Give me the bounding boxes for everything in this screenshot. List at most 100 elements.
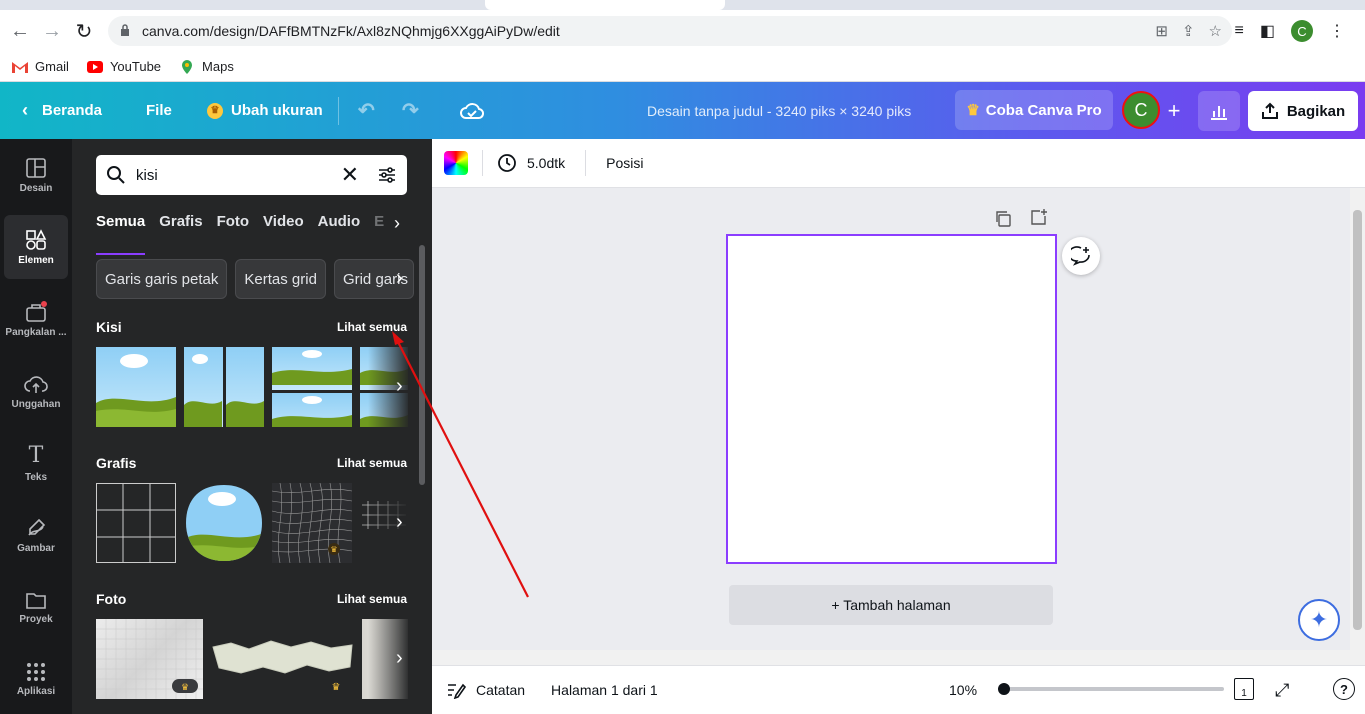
page-grid-button[interactable]: 1 <box>1234 678 1254 700</box>
see-all-link[interactable]: Lihat semua <box>337 456 407 470</box>
bookmark-label: Gmail <box>35 59 69 74</box>
page-indicator[interactable]: Halaman 1 dari 1 <box>551 682 658 698</box>
tab-audio[interactable]: Audio <box>318 209 361 245</box>
duration-button[interactable]: 5.0dtk <box>527 155 565 171</box>
duplicate-page-icon[interactable] <box>994 210 1012 228</box>
crown-icon: ♛ <box>207 102 223 119</box>
see-all-link[interactable]: Lihat semua <box>337 592 407 606</box>
back-icon[interactable]: ← <box>8 19 32 43</box>
close-icon[interactable]: ✕ <box>341 162 359 188</box>
photo-thumbnail[interactable]: ♛ <box>211 619 354 699</box>
browser-tab[interactable] <box>730 0 970 10</box>
address-bar[interactable]: canva.com/design/DAFfBMTNzFk/Axl8zNQhmjg… <box>108 16 1232 46</box>
home-button[interactable]: ‹ Beranda <box>22 100 102 121</box>
share-button[interactable]: Bagikan <box>1248 91 1358 131</box>
translate-icon[interactable]: ⊞ <box>1155 22 1168 40</box>
bookmark-maps[interactable]: Maps <box>179 59 234 75</box>
bookmark-star-icon[interactable]: ☆ <box>1209 22 1222 40</box>
fullscreen-icon[interactable]: ⤢ <box>1275 680 1289 701</box>
resize-button[interactable]: ♛ Ubah ukuran <box>207 102 323 119</box>
scroll-thumb[interactable] <box>1353 210 1362 630</box>
share-label: Bagikan <box>1286 102 1346 120</box>
share-upload-icon <box>1261 102 1278 119</box>
search-input[interactable]: kisi ✕ <box>96 155 407 195</box>
media-control-icon[interactable]: ≡ <box>1235 22 1244 40</box>
graphic-thumbnail[interactable]: ♛ <box>272 483 352 563</box>
comment-button[interactable] <box>1062 237 1100 275</box>
chip[interactable]: Kertas grid <box>235 259 326 299</box>
graphic-thumbnail[interactable] <box>96 483 176 563</box>
tab-more[interactable]: E <box>374 209 384 245</box>
notes-icon[interactable] <box>446 681 466 699</box>
design-title[interactable]: Desain tanpa judul - 3240 piks × 3240 pi… <box>647 103 911 119</box>
photo-thumbnail[interactable]: ♛ <box>96 619 203 699</box>
shapes-icon <box>26 228 47 250</box>
bookmark-youtube[interactable]: YouTube <box>86 59 161 74</box>
rail-label: Aplikasi <box>16 685 56 697</box>
svg-text:♛: ♛ <box>332 682 341 693</box>
position-button[interactable]: Posisi <box>606 155 643 171</box>
profile-avatar[interactable]: C <box>1291 20 1313 42</box>
panel-scrollbar[interactable] <box>419 245 425 485</box>
crown-icon: ♛ <box>966 102 980 119</box>
rail-item-elemen[interactable]: Elemen <box>4 215 68 279</box>
tab-strip <box>0 0 1365 10</box>
section-title: Kisi <box>96 319 122 335</box>
rail-item-teks[interactable]: T Teks <box>4 431 68 495</box>
chevron-right-icon[interactable]: › <box>396 375 403 398</box>
svg-text:♛: ♛ <box>181 682 189 692</box>
see-all-link[interactable]: Lihat semua <box>337 320 407 334</box>
redo-icon[interactable]: ↷ <box>402 98 419 123</box>
tab-semua[interactable]: Semua <box>96 209 146 255</box>
cloud-saved-icon[interactable] <box>460 101 484 121</box>
add-page-button[interactable]: + Tambah halaman <box>729 585 1053 625</box>
browser-chrome: ← → ↻ canva.com/design/DAFfBMTNzFk/Axl8z… <box>0 0 1365 82</box>
browser-tab[interactable] <box>0 0 240 10</box>
add-collaborator-icon[interactable]: + <box>1158 98 1190 124</box>
rail-item-aplikasi[interactable]: Aplikasi <box>4 647 68 711</box>
share-page-icon[interactable]: ⇪ <box>1182 22 1195 40</box>
undo-icon[interactable]: ↶ <box>358 98 375 123</box>
rail-item-desain[interactable]: Desain <box>4 143 68 207</box>
zoom-slider[interactable] <box>998 683 1224 695</box>
browser-tab-active[interactable] <box>485 0 725 10</box>
tab-video[interactable]: Video <box>263 209 304 245</box>
chevron-right-icon[interactable]: › <box>396 647 403 670</box>
chip[interactable]: Garis garis petak <box>96 259 228 299</box>
side-panel-icon[interactable]: ◧ <box>1260 21 1275 41</box>
graphic-thumbnail[interactable] <box>184 483 264 563</box>
help-button[interactable]: ? <box>1333 678 1355 700</box>
editor-footer: Catatan Halaman 1 dari 1 10% 1 ⤢ ? <box>432 665 1365 714</box>
tabs-next-icon[interactable]: › <box>394 213 400 234</box>
vertical-scrollbar[interactable] <box>1350 188 1365 665</box>
filter-icon[interactable] <box>377 165 397 185</box>
menu-kebab-icon[interactable]: ⋮ <box>1329 21 1345 41</box>
grid-thumbnail[interactable] <box>96 347 176 427</box>
grid-thumbnail[interactable] <box>272 347 352 427</box>
bookmark-gmail[interactable]: Gmail <box>12 59 69 74</box>
zoom-slider-thumb[interactable] <box>998 683 1010 695</box>
rail-item-gambar[interactable]: Gambar <box>4 503 68 567</box>
horizontal-scrollbar[interactable] <box>432 650 1350 665</box>
tab-foto[interactable]: Foto <box>217 209 249 245</box>
clock-icon[interactable] <box>497 153 517 173</box>
rail-item-proyek[interactable]: Proyek <box>4 575 68 639</box>
reload-icon[interactable]: ↻ <box>72 19 96 43</box>
chips-next-icon[interactable]: › <box>396 267 403 290</box>
file-menu-button[interactable]: File <box>146 102 172 119</box>
magic-assistant-button[interactable]: ✦ <box>1298 599 1340 641</box>
forward-icon[interactable]: → <box>40 19 64 43</box>
tab-grafis[interactable]: Grafis <box>159 209 202 245</box>
add-page-icon[interactable] <box>1030 208 1048 226</box>
user-avatar[interactable]: C <box>1122 91 1160 129</box>
rail-item-pangkalan[interactable]: Pangkalan ... <box>4 287 68 351</box>
zoom-value[interactable]: 10% <box>949 682 977 698</box>
try-pro-button[interactable]: ♛ Coba Canva Pro <box>955 90 1113 130</box>
grid-thumbnail[interactable] <box>184 347 264 427</box>
insights-icon[interactable] <box>1198 91 1240 131</box>
rail-item-unggahan[interactable]: Unggahan <box>4 359 68 423</box>
color-picker-icon[interactable] <box>444 151 468 175</box>
notes-button[interactable]: Catatan <box>476 682 525 698</box>
design-page[interactable] <box>726 234 1057 564</box>
chevron-right-icon[interactable]: › <box>396 511 403 534</box>
